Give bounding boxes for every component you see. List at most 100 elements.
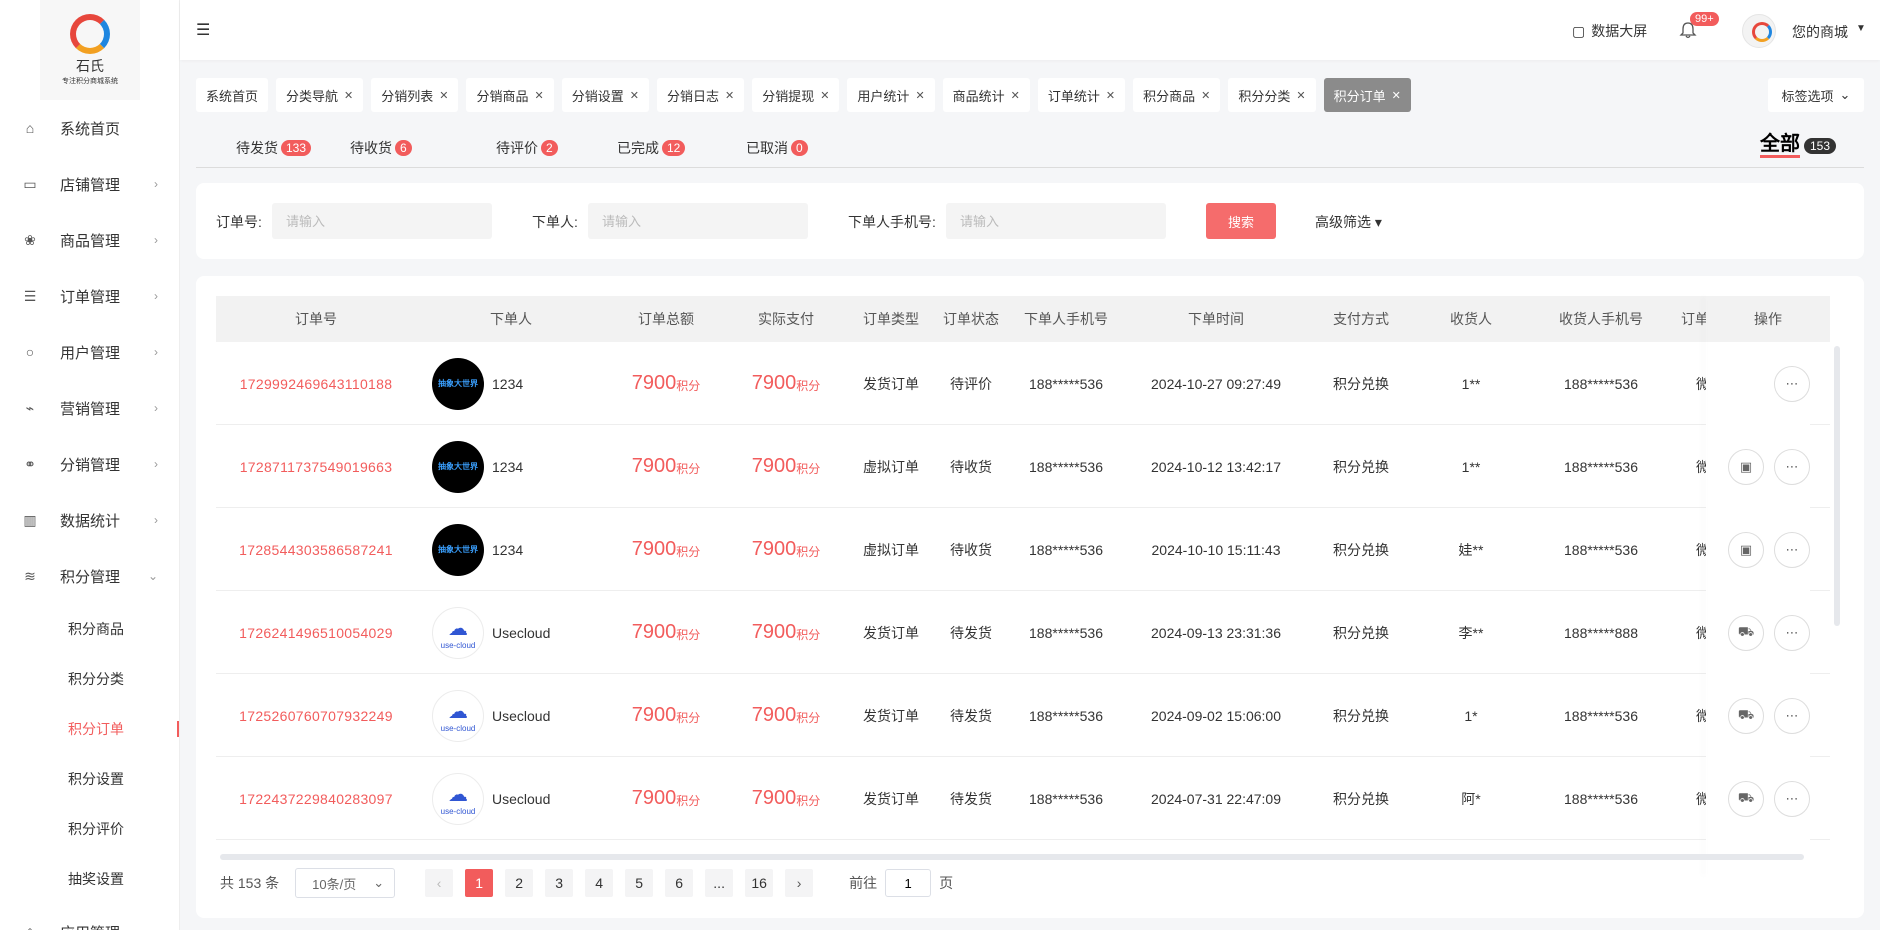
logo[interactable]: 石氏 专注积分商城系统 bbox=[40, 0, 140, 100]
submenu-item[interactable]: 积分设置 bbox=[0, 754, 179, 804]
order-number-link[interactable]: 1728544303586587241 bbox=[216, 508, 416, 591]
shop-name[interactable]: 您的商城 bbox=[1792, 22, 1848, 42]
sidebar-item-0[interactable]: ⌂ 系统首页 bbox=[0, 100, 179, 156]
tag-item[interactable]: 分类导航 ✕ bbox=[276, 78, 364, 112]
close-icon[interactable]: ✕ bbox=[535, 89, 544, 102]
package-icon[interactable]: ▣ bbox=[1728, 448, 1764, 485]
actual-paid: 7900 积分 bbox=[726, 342, 846, 425]
truck-icon[interactable]: ⛟ bbox=[1728, 780, 1764, 817]
close-icon[interactable]: ✕ bbox=[725, 89, 734, 102]
more-pages-button[interactable]: ... bbox=[705, 869, 734, 897]
close-icon[interactable]: ✕ bbox=[1392, 89, 1401, 102]
order-total: 7900 积分 bbox=[606, 591, 726, 674]
sidebar-item-2[interactable]: ❀ 商品管理 › bbox=[0, 212, 179, 268]
tag-item[interactable]: 分销提现 ✕ bbox=[752, 78, 840, 112]
horizontal-scrollbar[interactable] bbox=[220, 854, 1804, 860]
tag-item[interactable]: 积分订单 ✕ bbox=[1323, 78, 1411, 112]
more-icon[interactable]: ⋯ bbox=[1774, 697, 1810, 734]
more-icon[interactable]: ⋯ bbox=[1774, 448, 1810, 485]
tag-item[interactable]: 积分分类 ✕ bbox=[1228, 78, 1316, 112]
sidebar-item-8[interactable]: ≋ 积分管理 ⌄ bbox=[0, 548, 179, 604]
logo-brand: 石氏 bbox=[76, 60, 104, 75]
tab-all[interactable]: 全部 153 bbox=[1760, 133, 1837, 158]
row-actions: ▣ ⋯ bbox=[1706, 425, 1810, 508]
status-tab[interactable]: 待收货 6 bbox=[350, 138, 412, 158]
tag-item[interactable]: 系统首页 bbox=[196, 78, 269, 112]
page-button[interactable]: 1 bbox=[465, 869, 494, 897]
close-icon[interactable]: ✕ bbox=[820, 89, 829, 102]
close-icon[interactable]: ✕ bbox=[1296, 89, 1305, 102]
tag-item[interactable]: 分销商品 ✕ bbox=[466, 78, 554, 112]
sidebar-item-3[interactable]: ☰ 订单管理 › bbox=[0, 268, 179, 324]
close-icon[interactable]: ✕ bbox=[439, 89, 448, 102]
tag-item[interactable]: 商品统计 ✕ bbox=[942, 78, 1030, 112]
menu-toggle-icon[interactable]: ☰ bbox=[196, 20, 210, 40]
sidebar-item-6[interactable]: ⚭ 分销管理 › bbox=[0, 436, 179, 492]
close-icon[interactable]: ✕ bbox=[344, 89, 353, 102]
close-icon[interactable]: ✕ bbox=[1201, 89, 1210, 102]
prev-page-button[interactable]: ‹ bbox=[425, 869, 454, 897]
sidebar-item-next[interactable]: ◇ 应用管理 bbox=[0, 904, 179, 930]
close-icon[interactable]: ✕ bbox=[1106, 89, 1115, 102]
submenu-item[interactable]: 抽奖设置 bbox=[0, 854, 179, 904]
more-icon[interactable]: ⋯ bbox=[1774, 531, 1810, 568]
order-number-link[interactable]: 1726241496510054029 bbox=[216, 591, 416, 674]
tag-item[interactable]: 分销设置 ✕ bbox=[561, 78, 649, 112]
page-size-select[interactable]: 10条/页 ⌄ bbox=[295, 868, 396, 898]
order-number-link[interactable]: 1729992469643110188 bbox=[216, 342, 416, 425]
page-button[interactable]: 16 bbox=[745, 869, 774, 897]
order-total-value: 7900 bbox=[631, 372, 677, 394]
search-button[interactable]: 搜索 bbox=[1206, 203, 1276, 239]
submenu-item[interactable]: 积分订单 bbox=[0, 704, 179, 754]
close-icon[interactable]: ✕ bbox=[630, 89, 639, 102]
page-button[interactable]: 2 bbox=[505, 869, 534, 897]
package-icon[interactable]: ▣ bbox=[1728, 531, 1764, 568]
page-button[interactable]: 6 bbox=[665, 869, 694, 897]
tag-options-button[interactable]: 标签选项 ⌄ bbox=[1768, 78, 1864, 112]
status-tab[interactable]: 待发货 133 bbox=[236, 138, 312, 158]
status-tab[interactable]: 已取消 0 bbox=[746, 138, 808, 158]
actual-paid-value: 7900 bbox=[751, 704, 797, 726]
tag-item[interactable]: 积分商品 ✕ bbox=[1133, 78, 1221, 112]
more-icon[interactable]: ⋯ bbox=[1774, 365, 1810, 402]
tag-item[interactable]: 用户统计 ✕ bbox=[847, 78, 935, 112]
submenu-item[interactable]: 积分评价 bbox=[0, 804, 179, 854]
caret-down-icon[interactable]: ▼ bbox=[1856, 23, 1866, 34]
buyer-input[interactable] bbox=[588, 203, 808, 239]
sidebar-item-5[interactable]: ⌁ 营销管理 › bbox=[0, 380, 179, 436]
truck-icon[interactable]: ⛟ bbox=[1728, 614, 1764, 651]
advanced-filter[interactable]: 高级筛选 ▾ bbox=[1315, 212, 1382, 232]
tag-item[interactable]: 分销日志 ✕ bbox=[656, 78, 745, 112]
submenu-item[interactable]: 积分分类 bbox=[0, 654, 179, 704]
page-button[interactable]: 5 bbox=[625, 869, 654, 897]
page-button[interactable]: 4 bbox=[585, 869, 614, 897]
phone-label: 下单人手机号: bbox=[848, 214, 936, 230]
sidebar-item-1[interactable]: ▭ 店铺管理 › bbox=[0, 156, 179, 212]
sidebar-item-4[interactable]: ○ 用户管理 › bbox=[0, 324, 179, 380]
status-tab[interactable]: 已完成 12 bbox=[617, 138, 686, 158]
status-tab[interactable]: 待评价 2 bbox=[496, 138, 558, 158]
avatar[interactable] bbox=[1742, 14, 1776, 48]
tag-item[interactable]: 分销列表 ✕ bbox=[371, 78, 459, 112]
close-icon[interactable]: ✕ bbox=[915, 89, 924, 102]
vertical-scrollbar[interactable] bbox=[1834, 346, 1840, 626]
buyer-label: 下单人: bbox=[532, 214, 578, 230]
order-no-input[interactable] bbox=[272, 203, 492, 239]
order-total-unit: 积分 bbox=[676, 462, 701, 476]
next-page-button[interactable]: › bbox=[785, 869, 814, 897]
order-number-link[interactable]: 1728711737549019663 bbox=[216, 425, 416, 508]
data-screen-link[interactable]: ▢ 数据大屏 bbox=[1572, 21, 1647, 41]
close-icon[interactable]: ✕ bbox=[1011, 89, 1020, 102]
page-button[interactable]: 3 bbox=[545, 869, 574, 897]
phone-input[interactable] bbox=[946, 203, 1166, 239]
submenu-item[interactable]: 积分商品 bbox=[0, 604, 179, 654]
column-header: 下单人 bbox=[490, 311, 532, 327]
order-number-link[interactable]: 1725260760707932249 bbox=[216, 674, 416, 757]
goto-page-input[interactable] bbox=[885, 869, 932, 897]
truck-icon[interactable]: ⛟ bbox=[1728, 697, 1764, 734]
tag-item[interactable]: 订单统计 ✕ bbox=[1037, 78, 1126, 112]
sidebar-item-7[interactable]: ▥ 数据统计 › bbox=[0, 492, 179, 548]
order-number-link[interactable]: 1722437229840283097 bbox=[216, 757, 416, 840]
more-icon[interactable]: ⋯ bbox=[1774, 614, 1810, 651]
more-icon[interactable]: ⋯ bbox=[1774, 780, 1810, 817]
